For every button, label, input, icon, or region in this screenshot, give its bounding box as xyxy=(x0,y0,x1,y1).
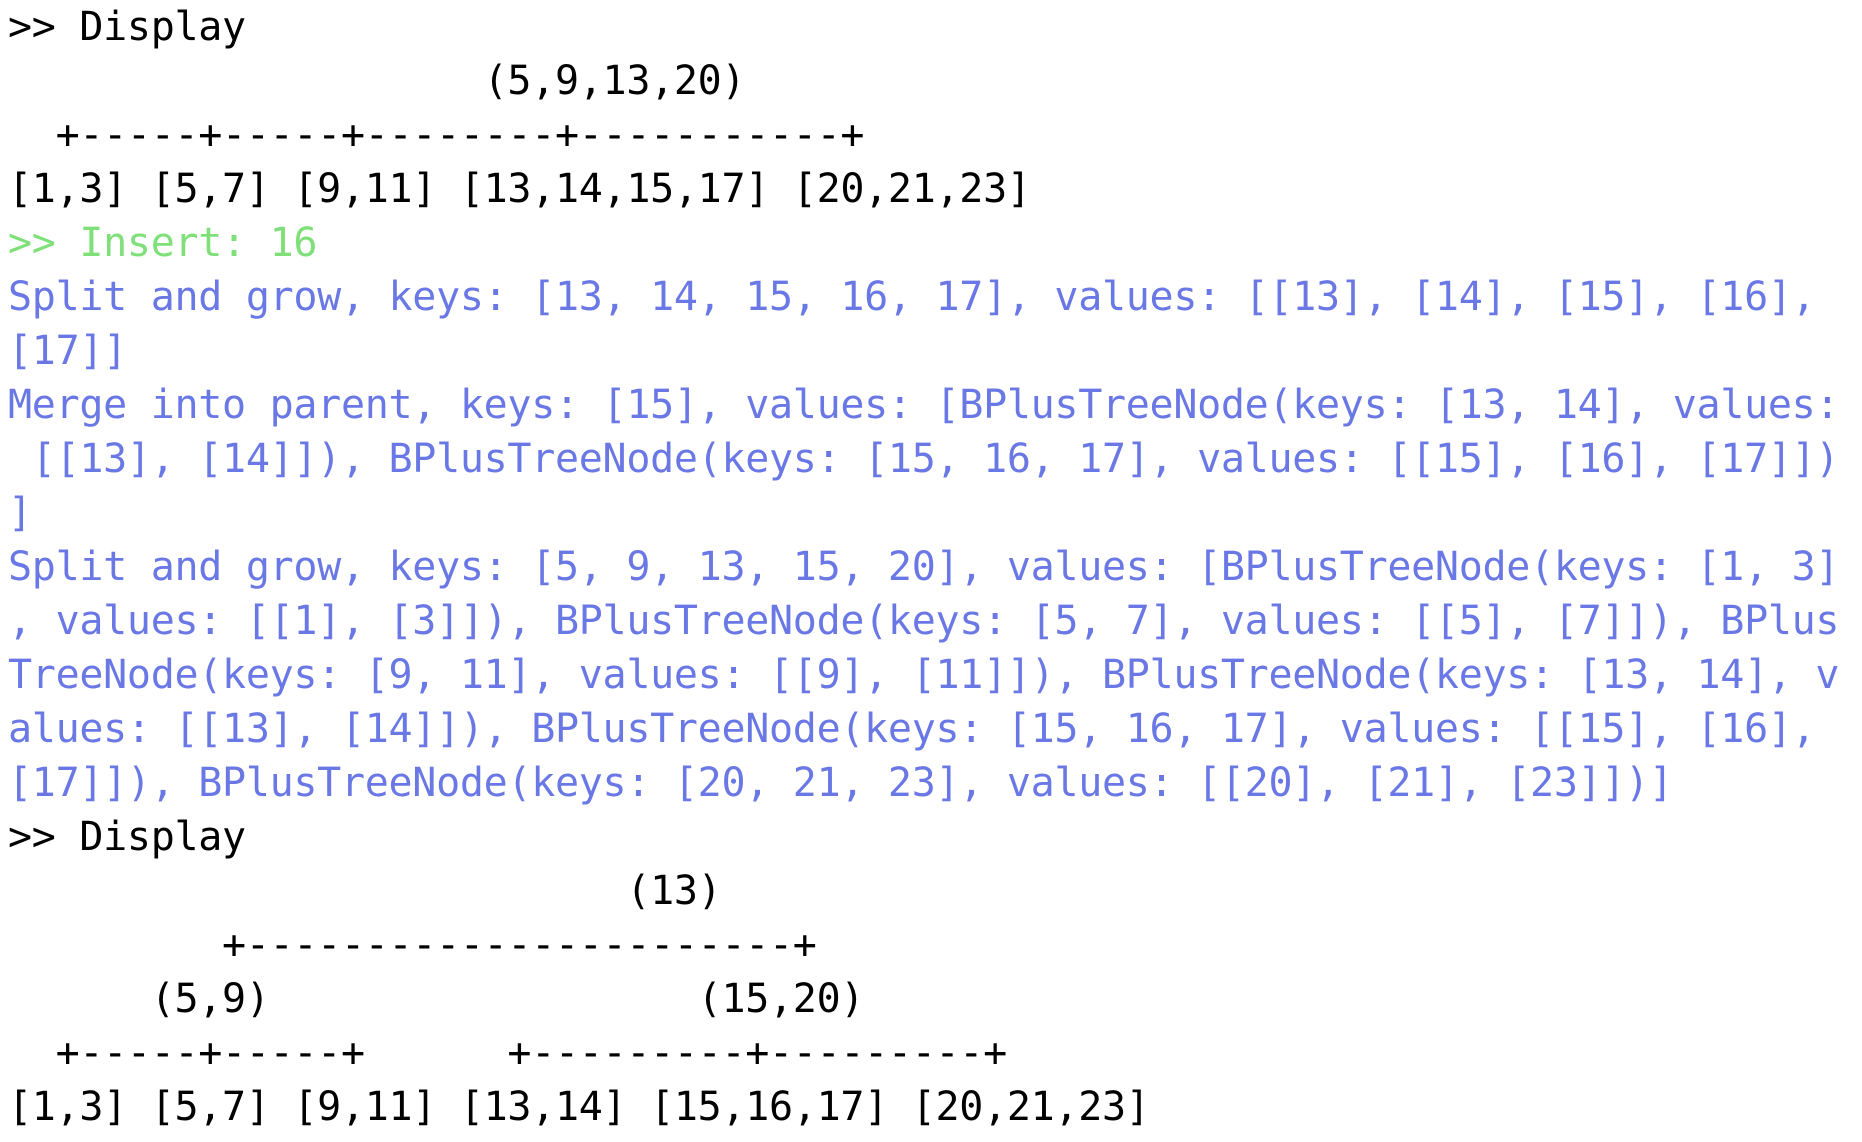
log-line: TreeNode(keys: [9, 11], values: [[9], [1… xyxy=(8,652,1840,698)
log-line: Split and grow, keys: [5, 9, 13, 15, 20]… xyxy=(8,544,1840,590)
log-line: [17]] xyxy=(8,328,127,374)
display-command-line: >> Display xyxy=(8,814,246,860)
display-command-line: >> Display xyxy=(8,4,246,50)
log-line: [17]]), BPlusTreeNode(keys: [20, 21, 23]… xyxy=(8,760,1673,806)
tree-connector: +-----+-----+--------+-----------+ xyxy=(8,112,865,158)
log-line: alues: [[13], [14]]), BPlusTreeNode(keys… xyxy=(8,706,1816,752)
tree-connector: +-----+-----+ +---------+---------+ xyxy=(8,1030,1008,1076)
terminal-output: >> Display (5,9,13,20) +-----+-----+----… xyxy=(0,0,1862,1142)
tree-root-keys: (5,9,13,20) xyxy=(8,58,746,104)
insert-command-line: >> Insert: 16 xyxy=(8,220,318,266)
log-line: [[13], [14]]), BPlusTreeNode(keys: [15, … xyxy=(8,436,1840,482)
tree-leaf-nodes: [1,3] [5,7] [9,11] [13,14] [15,16,17] [2… xyxy=(8,1084,1150,1130)
log-line: ] xyxy=(8,490,32,536)
tree-root-keys: (13) xyxy=(8,868,722,914)
log-line: , values: [[1], [3]]), BPlusTreeNode(key… xyxy=(8,598,1840,644)
log-line: Merge into parent, keys: [15], values: [… xyxy=(8,382,1840,428)
tree-leaf-nodes: [1,3] [5,7] [9,11] [13,14,15,17] [20,21,… xyxy=(8,166,1031,212)
tree-connector: +-----------------------+ xyxy=(8,922,817,968)
tree-internal-keys: (5,9) (15,20) xyxy=(8,976,865,1022)
log-line: Split and grow, keys: [13, 14, 15, 16, 1… xyxy=(8,274,1816,320)
